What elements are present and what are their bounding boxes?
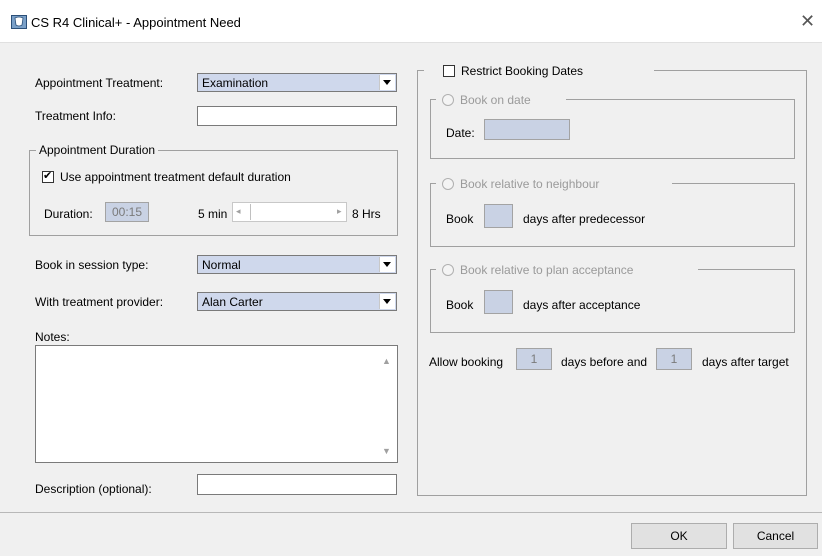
- slider-right-arrow-icon[interactable]: ▸: [337, 206, 342, 217]
- chevron-down-icon[interactable]: [379, 75, 395, 90]
- days-before-label: days before and: [561, 355, 648, 369]
- duration-slider[interactable]: ◂ ▸: [232, 202, 347, 222]
- use-default-duration-label: Use appointment treatment default durati…: [60, 170, 291, 184]
- session-type-value: Normal: [202, 258, 241, 272]
- appointment-duration-title: Appointment Duration: [36, 143, 159, 157]
- book-on-date-radio[interactable]: [442, 94, 454, 106]
- neighbour-after-label: days after predecessor: [523, 212, 646, 226]
- restrict-booking-label: Restrict Booking Dates: [461, 64, 584, 78]
- chevron-down-icon[interactable]: [379, 294, 395, 309]
- date-field: [484, 119, 570, 140]
- slider-min-label: 5 min: [198, 207, 228, 221]
- close-icon[interactable]: ✕: [800, 12, 815, 30]
- use-default-duration-checkbox[interactable]: [42, 170, 54, 183]
- book-on-date-title: Book on date: [460, 93, 531, 107]
- plan-days-field: [484, 290, 513, 314]
- scroll-down-icon[interactable]: ▼: [382, 446, 391, 456]
- appointment-treatment-label: Appointment Treatment:: [35, 76, 164, 90]
- days-before-field: 1: [516, 348, 552, 370]
- appointment-duration-group: [29, 150, 398, 236]
- plan-book-label: Book: [446, 298, 474, 312]
- provider-select[interactable]: Alan Carter: [197, 292, 397, 311]
- description-label: Description (optional):: [35, 482, 152, 496]
- book-relative-plan-title: Book relative to plan acceptance: [460, 263, 634, 277]
- date-label: Date:: [446, 126, 475, 140]
- provider-label: With treatment provider:: [35, 295, 164, 309]
- notes-textarea[interactable]: ▲ ▼: [35, 345, 398, 463]
- treatment-info-label: Treatment Info:: [35, 109, 116, 123]
- session-type-label: Book in session type:: [35, 258, 149, 272]
- appointment-treatment-value: Examination: [202, 76, 269, 90]
- slider-max-label: 8 Hrs: [352, 207, 381, 221]
- scroll-up-icon[interactable]: ▲: [382, 356, 391, 366]
- cancel-button[interactable]: Cancel: [733, 523, 818, 549]
- chevron-down-icon[interactable]: [379, 257, 395, 272]
- duration-label: Duration:: [44, 207, 93, 221]
- neighbour-book-label: Book: [446, 212, 474, 226]
- notes-label: Notes:: [35, 330, 70, 344]
- days-after-label: days after target: [702, 355, 789, 369]
- description-input[interactable]: [197, 474, 397, 495]
- ok-button[interactable]: OK: [631, 523, 727, 549]
- slider-left-arrow-icon[interactable]: ◂: [236, 206, 241, 217]
- days-after-field: 1: [656, 348, 692, 370]
- book-relative-plan-radio[interactable]: [442, 264, 454, 276]
- duration-field: 00:15: [105, 202, 149, 222]
- slider-thumb[interactable]: [250, 204, 251, 220]
- restrict-booking-checkbox[interactable]: [443, 65, 455, 77]
- provider-value: Alan Carter: [202, 295, 263, 309]
- app-icon: [11, 15, 27, 29]
- appointment-treatment-select[interactable]: Examination: [197, 73, 397, 92]
- allow-booking-label: Allow booking: [429, 355, 504, 369]
- treatment-info-input[interactable]: [197, 106, 397, 126]
- session-type-select[interactable]: Normal: [197, 255, 397, 274]
- book-relative-neighbour-radio[interactable]: [442, 178, 454, 190]
- book-relative-neighbour-title: Book relative to neighbour: [460, 177, 600, 191]
- plan-after-label: days after acceptance: [523, 298, 641, 312]
- neighbour-days-field: [484, 204, 513, 228]
- window-title: CS R4 Clinical+ - Appointment Need: [31, 15, 241, 30]
